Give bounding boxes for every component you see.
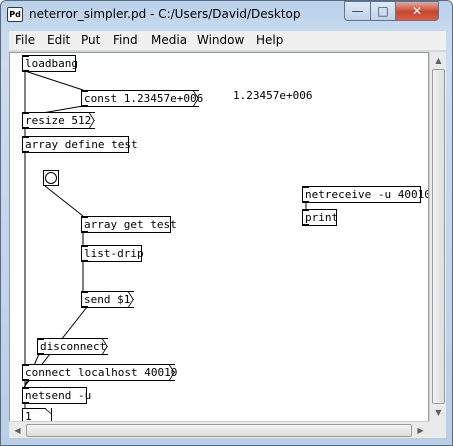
- scrollbar-corner: [429, 421, 446, 438]
- netsend-object[interactable]: netsend -u: [22, 387, 91, 404]
- bang-circle-icon: [45, 172, 57, 184]
- scroll-right-icon[interactable]: ▶: [412, 422, 429, 439]
- maximize-icon: □: [377, 4, 389, 18]
- disconnect-message[interactable]: disconnect: [37, 338, 108, 355]
- vertical-scroll-thumb[interactable]: [432, 69, 445, 404]
- cord-bang-to-array-get: [44, 185, 84, 217]
- connect-message-text: connect localhost 40010: [25, 366, 178, 379]
- horizontal-scroll-thumb[interactable]: [26, 424, 412, 437]
- menu-find[interactable]: Find: [113, 33, 138, 47]
- resize-message-text: resize 512: [25, 114, 92, 127]
- array-define-object[interactable]: array define test: [22, 136, 138, 153]
- window-frame: Pd neterror_simpler.pd - C:/Users/David/…: [0, 0, 453, 446]
- cord-loadbang-to-const: [24, 70, 84, 91]
- minimize-button[interactable]: —: [344, 1, 371, 21]
- scroll-left-icon[interactable]: ◀: [9, 422, 26, 439]
- print-object[interactable]: print: [302, 209, 338, 226]
- menu-media[interactable]: Media: [151, 33, 187, 47]
- bang-button[interactable]: [43, 170, 59, 186]
- maximize-button[interactable]: □: [370, 1, 396, 21]
- menu-edit[interactable]: Edit: [47, 33, 70, 47]
- const-message-text: const 1.23457e+006: [84, 92, 204, 105]
- resize-message[interactable]: resize 512: [22, 112, 95, 129]
- title-bar[interactable]: Pd neterror_simpler.pd - C:/Users/David/…: [1, 1, 453, 29]
- menu-file[interactable]: File: [15, 33, 35, 47]
- menu-window[interactable]: Window: [197, 33, 244, 47]
- scroll-down-icon[interactable]: ▼: [430, 404, 447, 421]
- scroll-up-icon[interactable]: ▲: [430, 52, 447, 69]
- close-button[interactable]: ✕: [395, 1, 439, 21]
- horizontal-scrollbar[interactable]: ◀ ▶: [9, 421, 429, 438]
- menu-help[interactable]: Help: [256, 33, 283, 47]
- menu-put[interactable]: Put: [81, 33, 100, 47]
- minimize-icon: —: [351, 4, 364, 18]
- const-message[interactable]: const 1.23457e+006: [81, 90, 203, 107]
- send-message[interactable]: send $1: [81, 291, 134, 308]
- pd-app-icon: Pd: [7, 7, 23, 22]
- list-drip-object[interactable]: list-drip: [81, 245, 144, 262]
- patch-canvas[interactable]: loadbang const 1.23457e+006 1.23457e+006…: [9, 52, 429, 438]
- loadbang-object[interactable]: loadbang: [22, 55, 78, 72]
- netreceive-object[interactable]: netreceive -u 40010: [302, 186, 428, 203]
- close-icon: ✕: [411, 4, 423, 18]
- menu-bar: File Edit Put Find Media Window Help: [9, 31, 446, 51]
- const-value-comment: 1.23457e+006: [233, 89, 313, 102]
- window-title: neterror_simpler.pd - C:/Users/David/Des…: [29, 7, 301, 21]
- connect-message[interactable]: connect localhost 40010: [22, 364, 177, 381]
- vertical-scrollbar[interactable]: ▲ ▼: [429, 52, 446, 421]
- array-get-object[interactable]: array get test: [81, 216, 177, 233]
